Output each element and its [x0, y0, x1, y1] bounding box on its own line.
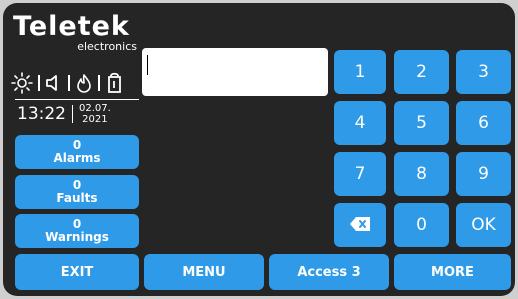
clock-time: 13:22 — [17, 104, 66, 124]
brand-name: Teletek — [13, 11, 130, 42]
clock: 13:22 02.07. 2021 — [17, 103, 111, 125]
menu-button[interactable]: MENU — [144, 254, 264, 290]
divider — [68, 75, 70, 91]
access-level-button[interactable]: Access 3 — [269, 254, 389, 290]
key-6[interactable]: 6 — [456, 101, 511, 145]
ok-button[interactable]: OK — [456, 203, 511, 247]
warnings-label: Warnings — [45, 230, 109, 244]
key-7[interactable]: 7 — [334, 152, 386, 196]
key-0[interactable]: 0 — [394, 203, 449, 247]
text-caret — [147, 55, 148, 75]
brightness-icon[interactable] — [11, 72, 33, 94]
door-icon[interactable] — [105, 72, 125, 94]
brand-subtitle: electronics — [77, 40, 137, 53]
faults-label: Faults — [56, 191, 98, 205]
clock-date-day: 02.07. — [79, 103, 111, 114]
brand-logo: Teletek electronics — [13, 13, 139, 53]
fire-icon[interactable] — [75, 73, 93, 93]
divider — [38, 75, 40, 91]
code-input[interactable] — [142, 48, 328, 96]
divider — [98, 75, 100, 91]
key-3[interactable]: 3 — [456, 50, 511, 94]
key-9[interactable]: 9 — [456, 152, 511, 196]
header-divider — [15, 99, 139, 100]
exit-button[interactable]: EXIT — [15, 254, 139, 290]
key-5[interactable]: 5 — [394, 101, 449, 145]
divider — [72, 105, 73, 123]
clock-date-year: 2021 — [82, 114, 108, 125]
key-2[interactable]: 2 — [394, 50, 449, 94]
alarms-button[interactable]: 0 Alarms — [15, 135, 139, 169]
backspace-button[interactable] — [334, 203, 386, 247]
volume-icon[interactable] — [45, 73, 63, 93]
key-8[interactable]: 8 — [394, 152, 449, 196]
alarms-label: Alarms — [53, 151, 101, 165]
key-4[interactable]: 4 — [334, 101, 386, 145]
warnings-button[interactable]: 0 Warnings — [15, 214, 139, 248]
clock-date: 02.07. 2021 — [79, 103, 111, 125]
status-icon-bar — [11, 71, 141, 95]
backspace-icon — [350, 216, 370, 235]
key-1[interactable]: 1 — [334, 50, 386, 94]
more-button[interactable]: MORE — [394, 254, 511, 290]
faults-button[interactable]: 0 Faults — [15, 175, 139, 209]
panel-screen: Teletek electronics 13:22 02.07. 2021 0 … — [3, 3, 515, 296]
